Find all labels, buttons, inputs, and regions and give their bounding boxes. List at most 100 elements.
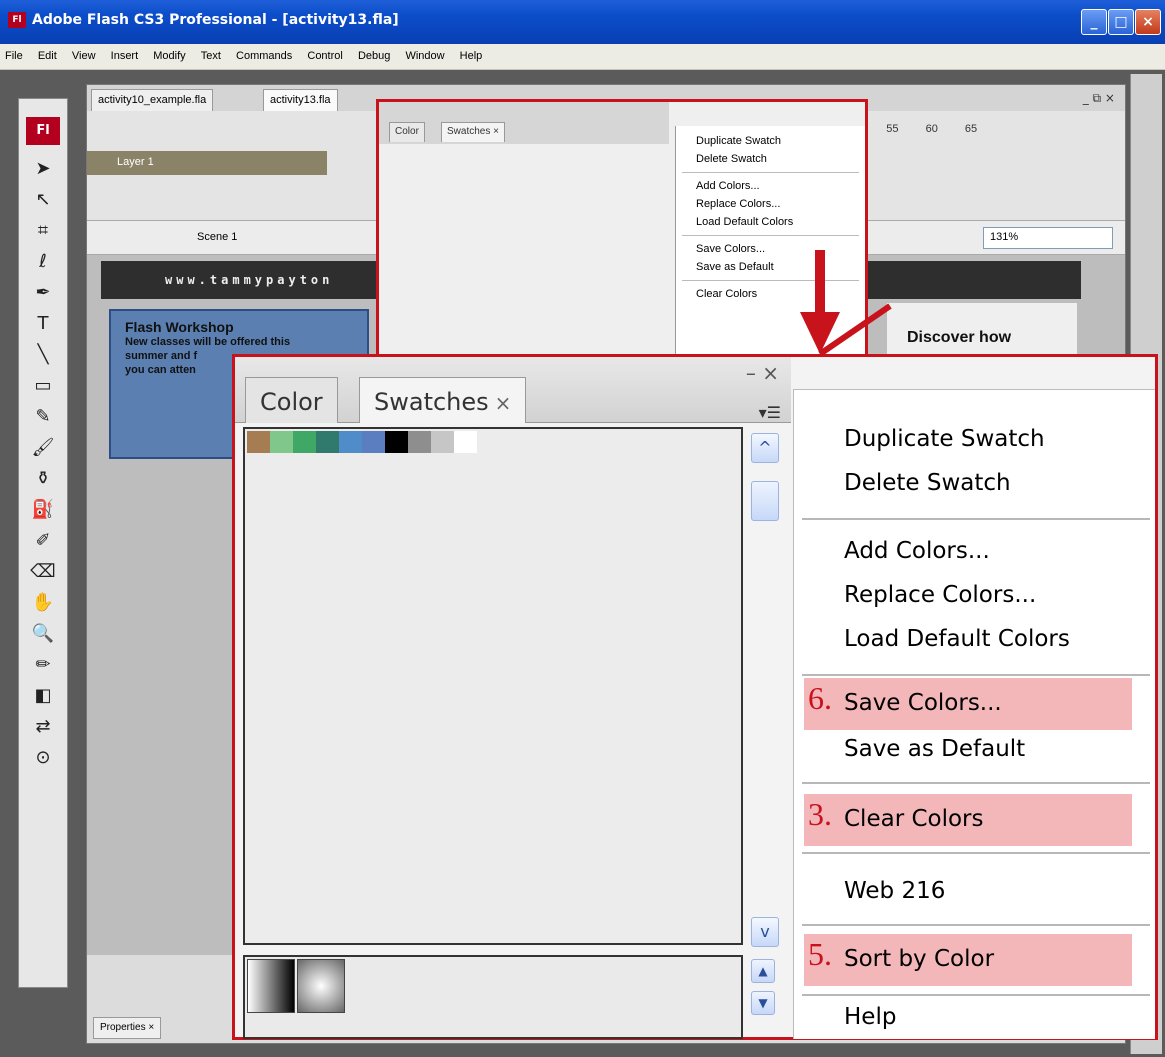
snap-to-objects-icon[interactable]: ⊙ bbox=[19, 742, 67, 773]
free-transform-tool-icon[interactable]: ⌗ bbox=[19, 215, 67, 246]
color-swatch-7[interactable] bbox=[408, 431, 431, 453]
minimize-button[interactable]: _ bbox=[1081, 9, 1107, 35]
menu-insert[interactable]: Insert bbox=[106, 44, 144, 62]
layer-row[interactable]: Layer 1 bbox=[87, 151, 327, 175]
zoom-tool-icon[interactable]: 🔍 bbox=[19, 618, 67, 649]
workshop-body-1: New classes will be offered this bbox=[125, 336, 291, 348]
menu-bar: File Edit View Insert Modify Text Comman… bbox=[0, 44, 1165, 70]
color-swatch-4[interactable] bbox=[339, 431, 362, 453]
tab-color[interactable]: Color bbox=[245, 377, 338, 423]
small-menu-replace[interactable]: Replace Colors... bbox=[676, 195, 865, 213]
menu-edit[interactable]: Edit bbox=[33, 44, 62, 62]
gradient-scrollbar[interactable]: ▲ ▼ bbox=[751, 959, 779, 1039]
stroke-color-icon[interactable]: ✏ bbox=[19, 649, 67, 680]
color-swatch-1[interactable] bbox=[270, 431, 293, 453]
menu-control[interactable]: Control bbox=[302, 44, 347, 62]
tab-close-icon[interactable]: × bbox=[495, 391, 512, 415]
selection-tool-icon[interactable]: ➤ bbox=[19, 153, 67, 184]
color-swatch-8[interactable] bbox=[431, 431, 454, 453]
small-tab-swatches[interactable]: Swatches × bbox=[441, 122, 505, 142]
color-swatch-5[interactable] bbox=[362, 431, 385, 453]
menu-view[interactable]: View bbox=[67, 44, 101, 62]
menu-save-colors[interactable]: Save Colors... bbox=[844, 690, 1002, 716]
menu-file[interactable]: File bbox=[0, 44, 28, 62]
small-menu-divider bbox=[682, 280, 859, 281]
small-tab-color[interactable]: Color bbox=[389, 122, 425, 142]
menu-separator bbox=[802, 852, 1150, 854]
paint-bucket-tool-icon[interactable]: ⛽ bbox=[19, 494, 67, 525]
radial-gradient-swatch[interactable] bbox=[297, 959, 345, 1013]
close-button[interactable]: × bbox=[1135, 9, 1161, 35]
menu-help[interactable]: Help bbox=[844, 1004, 896, 1030]
tab-activity13[interactable]: activity13.fla bbox=[263, 89, 338, 111]
small-menu-delete[interactable]: Delete Swatch bbox=[676, 150, 865, 168]
eraser-tool-icon[interactable]: ⌫ bbox=[19, 556, 67, 587]
menu-window[interactable]: Window bbox=[400, 44, 449, 62]
color-swatch-9[interactable] bbox=[454, 431, 477, 453]
scroll-down-icon[interactable]: v bbox=[751, 917, 779, 947]
subselection-tool-icon[interactable]: ↖ bbox=[19, 184, 67, 215]
menu-text[interactable]: Text bbox=[196, 44, 226, 62]
menu-replace-colors[interactable]: Replace Colors... bbox=[844, 582, 1036, 608]
rectangle-tool-icon[interactable]: ▭ bbox=[19, 370, 67, 401]
swatch-row bbox=[247, 431, 477, 453]
color-swatch-3[interactable] bbox=[316, 431, 339, 453]
flash-app-icon: Fl bbox=[8, 12, 26, 28]
swap-colors-icon[interactable]: ⇄ bbox=[19, 711, 67, 742]
pen-tool-icon[interactable]: ✒ bbox=[19, 277, 67, 308]
fill-color-icon[interactable]: ◧ bbox=[19, 680, 67, 711]
brush-tool-icon[interactable]: 🖌 bbox=[19, 432, 67, 463]
step-number-6: 6. bbox=[808, 680, 832, 716]
eyedropper-tool-icon[interactable]: ✐ bbox=[19, 525, 67, 556]
tab-swatches[interactable]: Swatches × bbox=[359, 377, 527, 423]
small-options-menu: Duplicate Swatch Delete Swatch Add Color… bbox=[675, 126, 865, 366]
gradient-scroll-down-icon[interactable]: ▼ bbox=[751, 991, 775, 1015]
menu-modify[interactable]: Modify bbox=[148, 44, 190, 62]
step-number-5: 5. bbox=[808, 936, 832, 972]
gradient-scroll-up-icon[interactable]: ▲ bbox=[751, 959, 775, 983]
zoom-select[interactable]: 131% bbox=[983, 227, 1113, 249]
small-menu-save[interactable]: Save Colors... bbox=[676, 240, 865, 258]
document-window-controls[interactable]: _ ⧉ × bbox=[1083, 91, 1115, 106]
menu-help[interactable]: Help bbox=[455, 44, 488, 62]
small-menu-load-default[interactable]: Load Default Colors bbox=[676, 213, 865, 231]
menu-save-as-default[interactable]: Save as Default bbox=[844, 736, 1025, 762]
maximize-button[interactable]: □ bbox=[1108, 9, 1134, 35]
swatch-scrollbar[interactable]: ^ v bbox=[745, 433, 785, 947]
small-menu-clear[interactable]: Clear Colors bbox=[676, 285, 865, 303]
scene-label[interactable]: Scene 1 bbox=[197, 231, 237, 243]
menu-web-216[interactable]: Web 216 bbox=[844, 878, 945, 904]
panel-window-controls[interactable]: – × bbox=[746, 361, 779, 385]
small-menu-save-default[interactable]: Save as Default bbox=[676, 258, 865, 276]
menu-commands[interactable]: Commands bbox=[231, 44, 297, 62]
lasso-tool-icon[interactable]: ℓ bbox=[19, 246, 67, 277]
scroll-thumb[interactable] bbox=[751, 481, 779, 521]
menu-debug[interactable]: Debug bbox=[353, 44, 395, 62]
pencil-tool-icon[interactable]: ✎ bbox=[19, 401, 67, 432]
color-swatch-2[interactable] bbox=[293, 431, 316, 453]
menu-load-default-colors[interactable]: Load Default Colors bbox=[844, 626, 1070, 652]
hand-tool-icon[interactable]: ✋ bbox=[19, 587, 67, 618]
properties-tab[interactable]: Properties × bbox=[93, 1017, 162, 1039]
color-swatch-0[interactable] bbox=[247, 431, 270, 453]
ink-bottle-tool-icon[interactable]: ⚱ bbox=[19, 463, 67, 494]
tools-panel: Fl ➤ ↖ ⌗ ℓ ✒ T ╲ ▭ ✎ 🖌 ⚱ ⛽ ✐ ⌫ ✋ 🔍 ✏ ◧ ⇄… bbox=[18, 98, 68, 988]
tab-activity10[interactable]: activity10_example.fla bbox=[91, 89, 214, 111]
swatches-options-menu: Duplicate Swatch Delete Swatch Add Color… bbox=[793, 389, 1155, 1039]
color-swatch-6[interactable] bbox=[385, 431, 408, 453]
line-tool-icon[interactable]: ╲ bbox=[19, 339, 67, 370]
menu-separator bbox=[802, 924, 1150, 926]
text-tool-icon[interactable]: T bbox=[19, 308, 67, 339]
menu-clear-colors[interactable]: Clear Colors bbox=[844, 806, 984, 832]
scroll-up-icon[interactable]: ^ bbox=[751, 433, 779, 463]
swatches-panel-zoomed: Color Swatches × – × ▾☰ ^ v ▲ ▼ Duplicate… bbox=[232, 354, 1158, 1040]
small-menu-add[interactable]: Add Colors... bbox=[676, 177, 865, 195]
small-menu-duplicate[interactable]: Duplicate Swatch bbox=[676, 132, 865, 150]
menu-sort-by-color[interactable]: Sort by Color bbox=[844, 946, 994, 972]
menu-duplicate-swatch[interactable]: Duplicate Swatch bbox=[844, 426, 1045, 452]
menu-delete-swatch[interactable]: Delete Swatch bbox=[844, 470, 1011, 496]
title-bar: Fl Adobe Flash CS3 Professional - [activ… bbox=[0, 0, 1165, 44]
panel-options-menu-icon[interactable]: ▾☰ bbox=[759, 403, 781, 422]
menu-add-colors[interactable]: Add Colors... bbox=[844, 538, 990, 564]
linear-gradient-swatch[interactable] bbox=[247, 959, 295, 1013]
